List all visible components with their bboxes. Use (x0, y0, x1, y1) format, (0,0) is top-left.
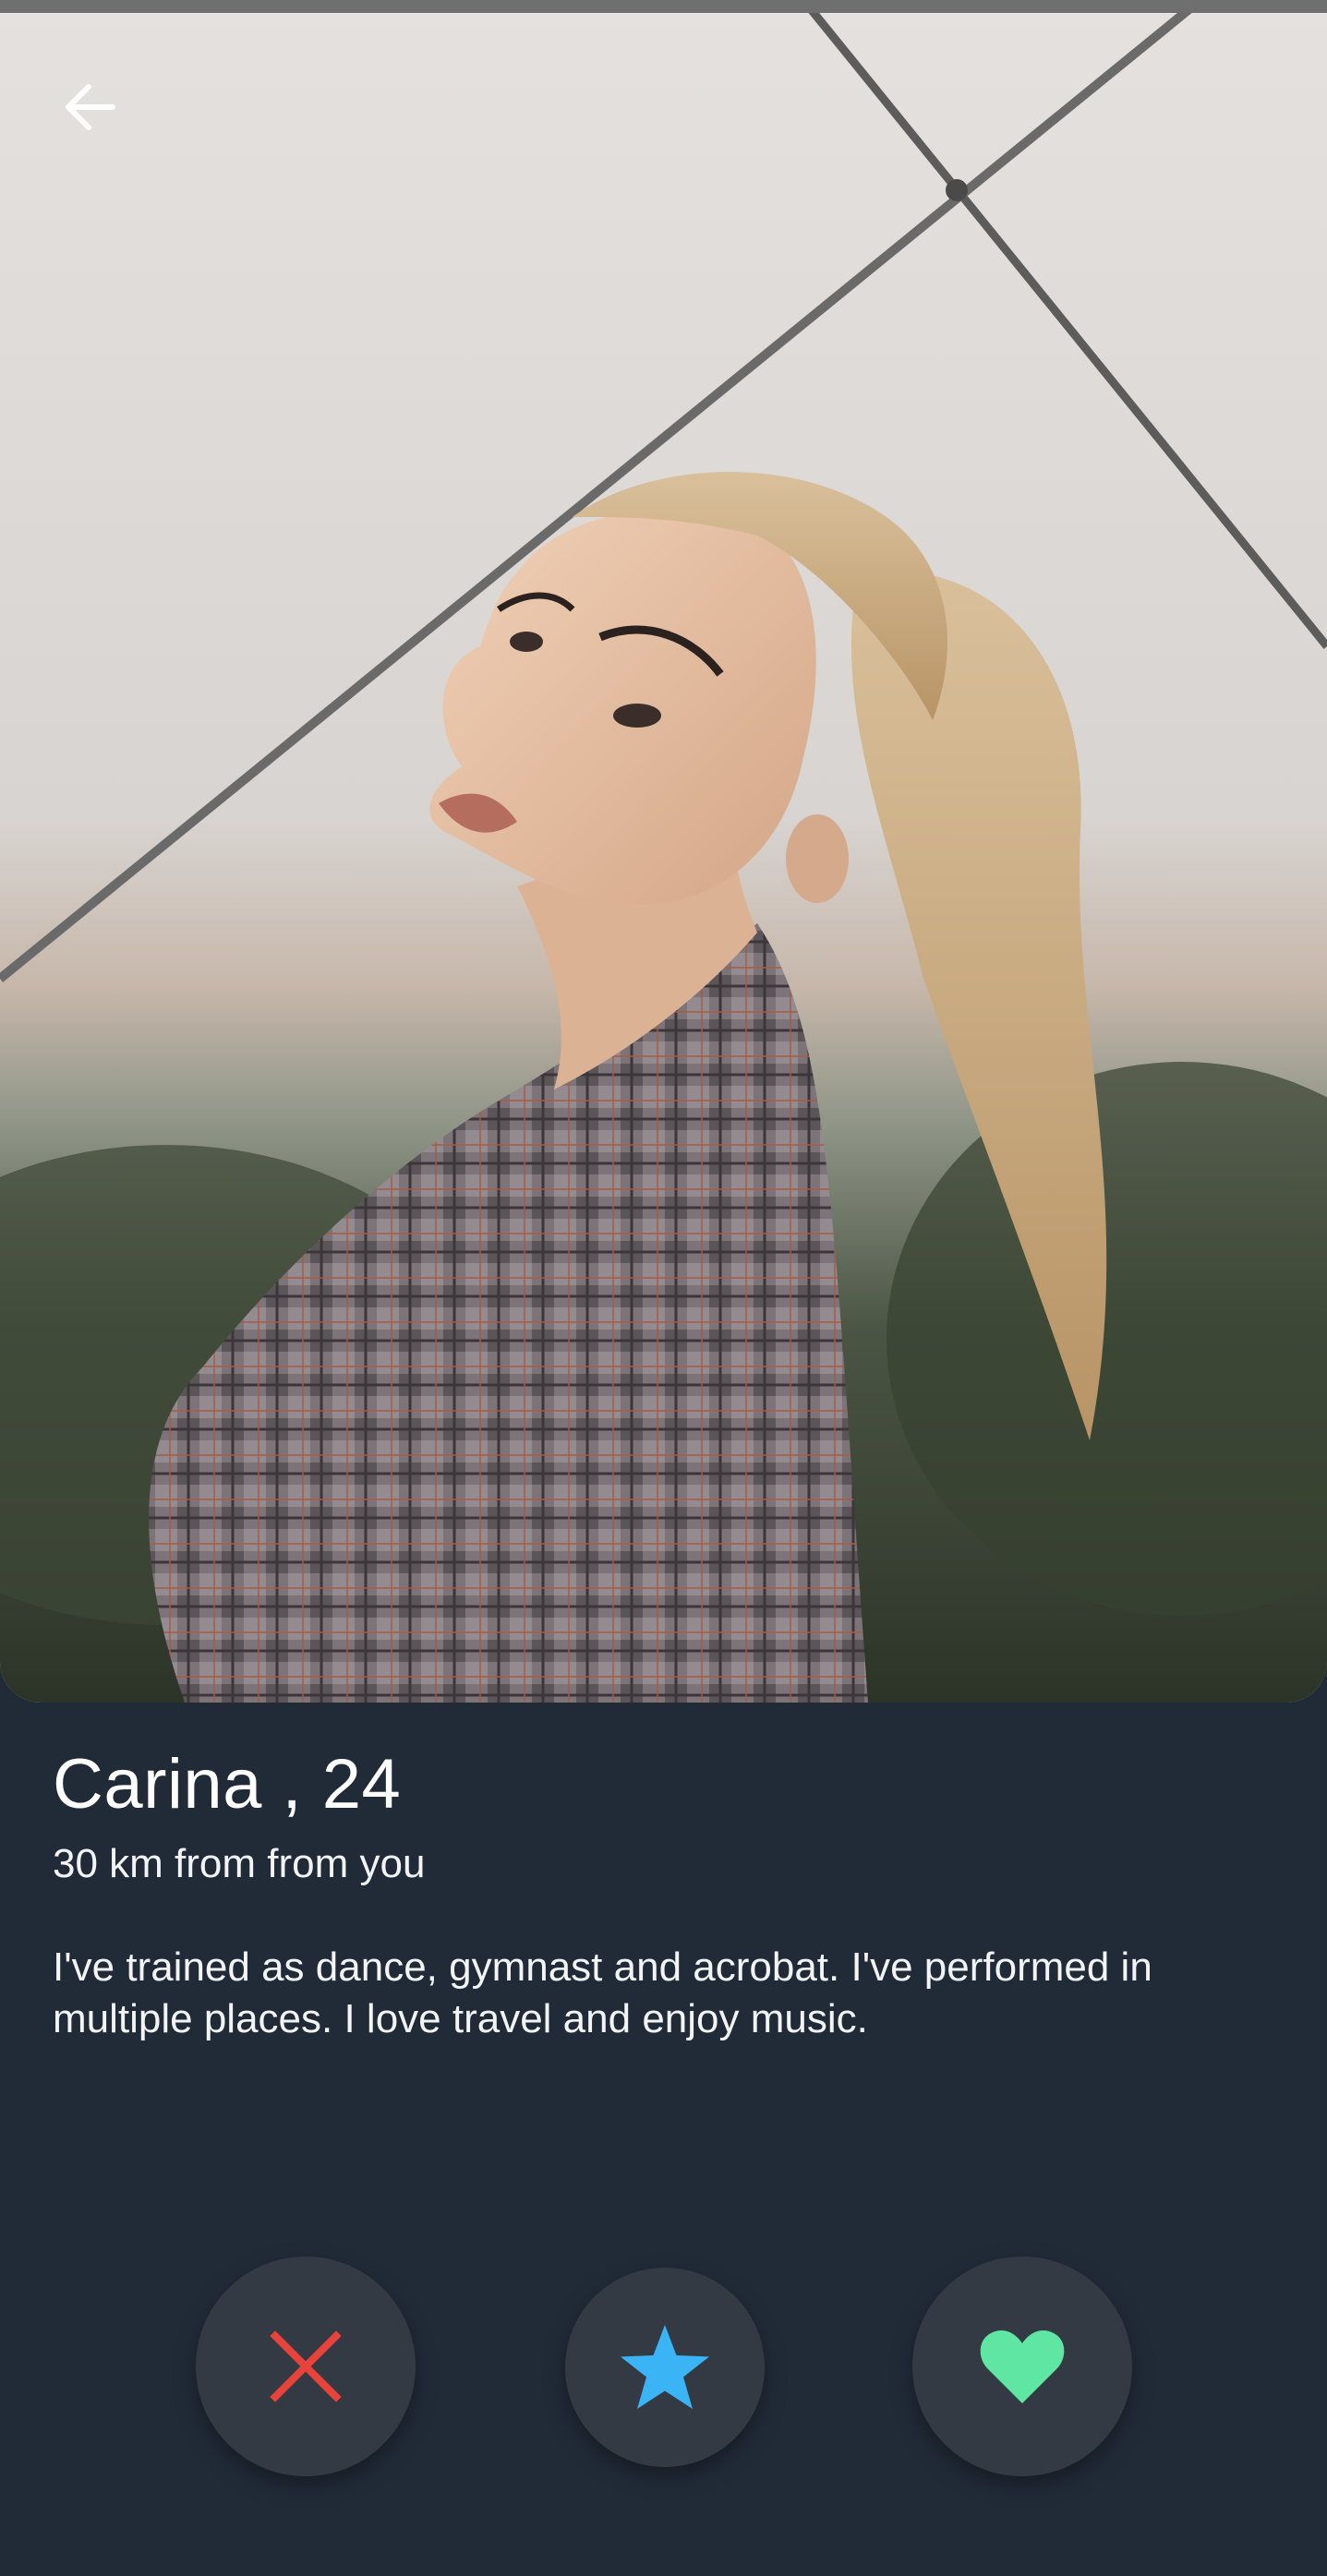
star-icon (621, 2325, 709, 2409)
profile-name-age: Carina , 24 (53, 1745, 402, 1824)
like-button[interactable] (912, 2257, 1132, 2476)
profile-info: Carina , 24 30 km from from you I've tra… (53, 1750, 1281, 2045)
superlike-button[interactable] (565, 2268, 765, 2467)
back-button[interactable] (48, 65, 133, 150)
profile-photo (0, 0, 1327, 1703)
arrow-left-icon (66, 84, 115, 130)
profile-distance: 30 km from from you (53, 1841, 426, 1886)
close-icon (270, 2330, 342, 2402)
profile-bio: I've trained as dance, gymnast and acrob… (53, 1944, 1152, 2041)
dislike-button[interactable] (196, 2257, 416, 2476)
heart-icon (980, 2330, 1065, 2403)
status-bar (0, 0, 1327, 13)
